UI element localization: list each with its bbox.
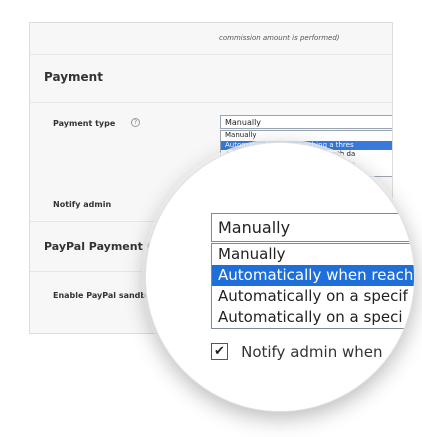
payment-type-option[interactable]: Automatically on a specif [212,286,414,307]
payment-type-select[interactable]: Manually [220,115,392,129]
help-icon[interactable]: ? [131,118,140,127]
payment-type-option[interactable]: Automatically on a speci [212,307,414,328]
notify-admin-checkbox-label[interactable]: Notify admin when [241,343,382,361]
paypal-sandbox-label: Enable PayPal sandbc [53,291,151,300]
payment-type-option-selected[interactable]: Automatically when reach [212,265,414,286]
section-title-payment: Payment [44,70,103,84]
commission-note: commission amount is performed) [219,34,340,42]
checkbox-checked-icon[interactable]: ✔ [211,343,228,360]
payment-type-select-zoomed[interactable]: Manually [211,213,414,242]
divider [30,54,392,55]
payment-type-options-zoomed: Manually Automatically when reach Automa… [211,243,414,329]
magnifier-lens: Manually Manually Automatically when rea… [145,142,415,412]
notify-admin-row: ✔ Notify admin when [211,341,382,361]
payment-type-label: Payment type [53,119,116,128]
divider [30,102,392,103]
notify-admin-label: Notify admin [53,200,112,209]
payment-type-option[interactable]: Manually [221,131,392,141]
payment-type-option[interactable]: Manually [212,244,414,265]
section-title-paypal: PayPal Payment Ga [44,240,164,253]
